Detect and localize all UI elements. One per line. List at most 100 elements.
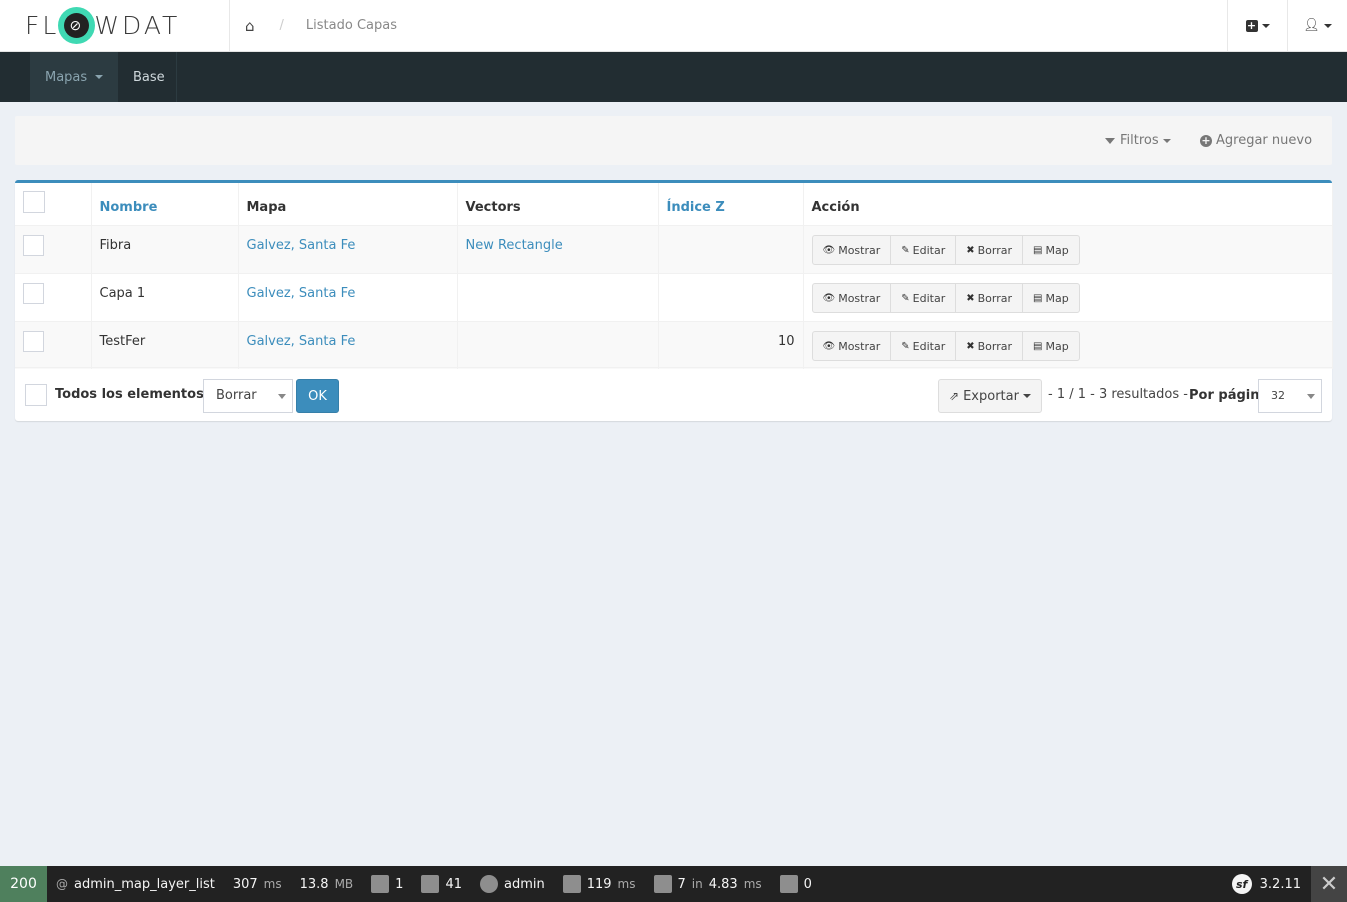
translations-count: 41 — [445, 876, 462, 892]
mapa-link[interactable]: Galvez, Santa Fe — [247, 286, 356, 301]
home-icon[interactable]: ⌂ — [245, 17, 255, 35]
user-item[interactable]: admin — [471, 866, 554, 902]
filter-bar: Filtros + Agregar nuevo — [15, 116, 1332, 165]
cell-mapa: Galvez, Santa Fe — [238, 321, 458, 369]
nav-item-base[interactable]: Base — [118, 52, 177, 102]
row-checkbox[interactable] — [23, 283, 44, 304]
forms-item[interactable]: 1 — [362, 866, 412, 902]
layers-list-box: Nombre Mapa Vectors Índice Z Acción Fibr… — [15, 180, 1333, 421]
events-icon — [779, 875, 798, 893]
nav-item-mapas[interactable]: Mapas — [30, 52, 118, 102]
events-item[interactable]: 0 — [771, 866, 821, 902]
close-icon: ✖ — [966, 292, 975, 304]
close-icon: ✕ — [1319, 871, 1339, 897]
translations-item[interactable]: 41 — [412, 866, 471, 902]
batch-action-select[interactable]: Borrar — [203, 379, 293, 413]
per-page-value: 32 — [1271, 389, 1285, 402]
ok-button[interactable]: OK — [296, 379, 339, 413]
caret-down-icon — [95, 75, 104, 79]
database-item[interactable]: 7 in 4.83 ms — [645, 866, 771, 902]
close-toolbar-button[interactable]: ✕ — [1311, 866, 1347, 902]
export-button[interactable]: ⇗ Exportar — [938, 379, 1042, 413]
nav-item-label: Base — [133, 69, 165, 85]
select-all-elements-checkbox[interactable] — [25, 384, 47, 406]
map-button[interactable]: ▤ Map — [1022, 331, 1080, 361]
filters-button[interactable]: Filtros — [1105, 116, 1171, 165]
plus-circle-icon: + — [1200, 133, 1212, 147]
map-label: Map — [1045, 243, 1069, 257]
user-name: admin — [503, 876, 545, 892]
edit-button[interactable]: ✎ Editar — [890, 235, 957, 265]
user-menu-button[interactable]: 👤︎ — [1287, 0, 1347, 51]
memory-item[interactable]: 13.8 MB — [291, 866, 363, 902]
row-checkbox[interactable] — [23, 235, 44, 256]
table-row: TestFer Galvez, Santa Fe 10 👁︎ Mostrar ✎ E… — [15, 321, 1333, 369]
cell-nombre: Capa 1 — [91, 273, 239, 322]
caret-down-icon — [1162, 138, 1171, 143]
add-menu-button[interactable]: + — [1227, 0, 1287, 51]
share-icon: ⇗ — [949, 389, 960, 403]
time-item[interactable]: 307 ms — [224, 866, 291, 902]
row-checkbox[interactable] — [23, 331, 44, 352]
table-header-row: Nombre Mapa Vectors Índice Z Acción — [15, 183, 1333, 226]
edit-button[interactable]: ✎ Editar — [890, 283, 957, 313]
pencil-icon: ✎ — [901, 340, 910, 352]
show-button[interactable]: 👁︎ Mostrar — [811, 283, 892, 313]
memory-value: 13.8 — [299, 876, 329, 892]
twig-item[interactable]: 119 ms — [554, 866, 645, 902]
edit-button[interactable]: ✎ Editar — [890, 331, 957, 361]
user-icon — [479, 875, 498, 893]
cell-indice-z: 10 — [658, 321, 804, 369]
database-icon — [653, 875, 672, 893]
column-header-nombre[interactable]: Nombre — [91, 183, 239, 226]
show-button[interactable]: 👁︎ Mostrar — [811, 331, 892, 361]
per-page-label: Por página — [1189, 388, 1269, 403]
mapa-link[interactable]: Galvez, Santa Fe — [247, 238, 356, 253]
per-page-select[interactable]: 32 — [1258, 379, 1322, 413]
template-icon — [562, 875, 581, 893]
plus-square-icon: + — [1245, 18, 1258, 32]
row-actions: 👁︎ Mostrar ✎ Editar ✖ Borrar ▤ Map — [811, 283, 1080, 313]
cell-accion: 👁︎ Mostrar ✎ Editar ✖ Borrar ▤ Map — [803, 321, 1333, 369]
user-icon: 👤︎ — [1303, 18, 1320, 33]
symfony-version[interactable]: sf 3.2.11 — [1231, 866, 1301, 902]
breadcrumb: ⌂ / Listado Capas — [230, 0, 397, 51]
show-label: Mostrar — [838, 243, 881, 257]
row-select-cell — [15, 321, 92, 369]
pencil-icon: ✎ — [901, 292, 910, 304]
select-all-checkbox[interactable] — [23, 191, 45, 213]
symfony-logo-icon: sf — [1231, 874, 1252, 894]
close-icon: ✖ — [966, 244, 975, 256]
edit-label: Editar — [912, 291, 946, 305]
export-label: Exportar — [963, 388, 1019, 404]
logo-text-right: WDAT — [94, 11, 181, 40]
pager-info: - 1 / 1 - 3 resultados - — [1048, 387, 1188, 402]
route-item[interactable]: @ admin_map_layer_list — [47, 866, 224, 902]
row-actions: 👁︎ Mostrar ✎ Editar ✖ Borrar ▤ Map — [811, 331, 1080, 361]
show-label: Mostrar — [838, 339, 881, 353]
status-code[interactable]: 200 — [0, 866, 47, 902]
map-button[interactable]: ▤ Map — [1022, 235, 1080, 265]
add-new-button[interactable]: + Agregar nuevo — [1200, 116, 1312, 165]
logo[interactable]: FL ⊘ WDAT — [0, 0, 230, 51]
map-button[interactable]: ▤ Map — [1022, 283, 1080, 313]
add-new-label: Agregar nuevo — [1216, 133, 1313, 148]
edit-label: Editar — [912, 243, 946, 257]
map-icon: ▤ — [1033, 340, 1043, 352]
column-header-indice-z[interactable]: Índice Z — [658, 183, 804, 226]
mapa-link[interactable]: Galvez, Santa Fe — [247, 334, 356, 349]
row-actions: 👁︎ Mostrar ✎ Editar ✖ Borrar ▤ Map — [811, 235, 1080, 265]
breadcrumb-current: Listado Capas — [305, 18, 397, 33]
cell-accion: 👁︎ Mostrar ✎ Editar ✖ Borrar ▤ Map — [803, 273, 1333, 322]
cell-vectors — [457, 321, 659, 369]
vectors-link[interactable]: New Rectangle — [466, 238, 563, 253]
memory-unit: MB — [334, 877, 354, 891]
dropdown-arrow-icon — [1307, 394, 1315, 399]
cell-accion: 👁︎ Mostrar ✎ Editar ✖ Borrar ▤ Map — [803, 225, 1333, 274]
delete-button[interactable]: ✖ Borrar — [955, 283, 1024, 313]
show-button[interactable]: 👁︎ Mostrar — [811, 235, 892, 265]
edit-label: Editar — [912, 339, 946, 353]
delete-button[interactable]: ✖ Borrar — [955, 331, 1024, 361]
main-navbar: Mapas Base — [0, 52, 1347, 102]
delete-button[interactable]: ✖ Borrar — [955, 235, 1024, 265]
